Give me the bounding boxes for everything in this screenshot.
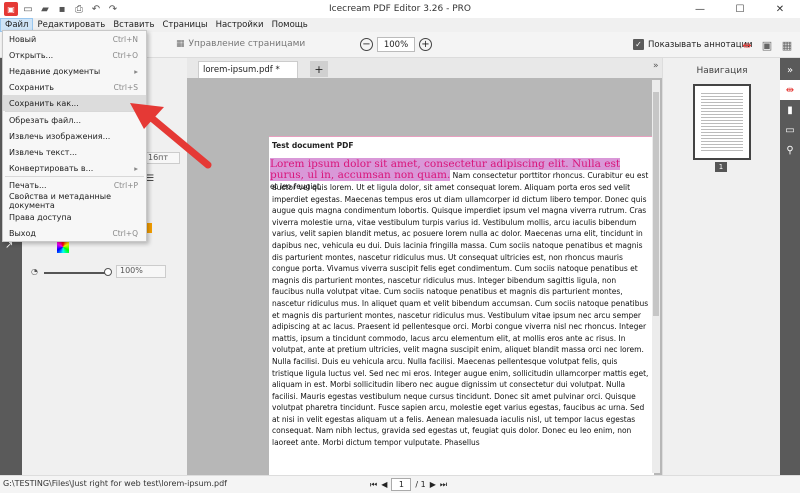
opacity-value[interactable]: 100% [116, 265, 166, 278]
submenu-arrow-icon: ▸ [134, 66, 138, 76]
menu-item-new[interactable]: Новый Ctrl+N [3, 31, 146, 47]
align-icon[interactable]: ☰ [146, 174, 154, 184]
color-picker-icon[interactable] [57, 241, 69, 253]
menu-item-label: Недавние документы [9, 66, 101, 76]
two-page-view-icon[interactable]: ▣ [760, 38, 774, 52]
menu-item-properties[interactable]: Свойства и метаданные документа [3, 192, 146, 210]
tab-document[interactable]: lorem-ipsum.pdf * [198, 61, 298, 78]
navigation-panel: Навигация 1 [662, 58, 780, 475]
status-bar: G:\TESTING\Files\Just right for web test… [0, 475, 800, 493]
scrollbar-thumb[interactable] [653, 92, 659, 316]
new-file-icon[interactable]: ▭ [21, 2, 35, 16]
show-annotations-label: Показывать аннотации [648, 39, 753, 50]
close-button[interactable]: ✕ [760, 0, 800, 18]
grid-view-icon[interactable]: ▦ [780, 38, 794, 52]
checkbox-checked-icon[interactable]: ✓ [633, 39, 644, 50]
tab-label: lorem-ipsum.pdf * [203, 65, 280, 75]
open-folder-icon[interactable]: ▰ [38, 2, 52, 16]
menu-item-print[interactable]: Печать... Ctrl+P [3, 177, 146, 193]
window-controls: — ☐ ✕ [680, 0, 800, 18]
slider-handle[interactable] [104, 268, 112, 276]
add-tab-button[interactable]: + [310, 61, 328, 77]
page-number-badge: 1 [715, 162, 727, 172]
pager: ⏮ ◀ 1 / 1 ▶ ⏭ [370, 478, 447, 491]
opacity-icon: ◔ [31, 267, 38, 276]
manage-pages-button[interactable]: ▦ Управление страницами [176, 39, 305, 49]
page-border [269, 136, 654, 137]
page-total: / 1 [415, 480, 426, 489]
zoom-select[interactable]: 100% [377, 37, 415, 52]
pdf-page[interactable]: Test document PDF Lorem ipsum dolor sit … [269, 136, 654, 475]
zoom-out-button[interactable]: − [360, 38, 373, 51]
opacity-slider[interactable] [44, 272, 106, 274]
first-page-icon[interactable]: ⏮ [370, 480, 377, 490]
menu-item-save[interactable]: Сохранить Ctrl+S [3, 79, 146, 95]
redo-icon[interactable]: ↷ [106, 2, 120, 16]
pages-icon[interactable]: ⇹ [780, 80, 800, 100]
last-page-icon[interactable]: ⏭ [440, 480, 447, 490]
menu-item-label: Обрезать файл... [9, 115, 81, 125]
menu-item-label: Печать... [9, 180, 47, 190]
menu-settings[interactable]: Настройки [212, 18, 268, 32]
title-bar: ▣ ▭ ▰ ▪ ⎙ ↶ ↷ Icecream PDF Editor 3.26 -… [0, 0, 800, 18]
document-viewport: Test document PDF Lorem ipsum dolor sit … [187, 78, 662, 475]
menu-item-permissions[interactable]: Права доступа [3, 209, 146, 225]
thumbnail-content [701, 91, 743, 153]
vertical-scrollbar[interactable] [652, 80, 660, 473]
menu-item-label: Извлечь изображения... [9, 131, 111, 141]
grid-icon: ▦ [176, 39, 185, 49]
menu-item-label: Открыть... [9, 50, 54, 60]
menu-item-label: Выход [9, 228, 36, 238]
document-title: Test document PDF [272, 141, 354, 150]
menu-item-exit[interactable]: Выход Ctrl+Q [3, 225, 146, 241]
menu-shortcut: Ctrl+N [112, 34, 138, 44]
menu-item-label: Сохранить как... [9, 98, 79, 108]
tab-bar: lorem-ipsum.pdf * + » [187, 58, 662, 78]
menu-item-label: Конвертировать в... [9, 163, 94, 173]
menu-shortcut: Ctrl+O [112, 50, 138, 60]
menu-item-label: Новый [9, 34, 37, 44]
save-icon[interactable]: ▪ [55, 2, 69, 16]
collapse-panel-icon[interactable]: » [780, 60, 800, 80]
right-tool-strip: » ⇹ ▮ ▭ ⚲ [780, 58, 800, 475]
red-arrow-icon [130, 103, 212, 169]
menu-item-recent[interactable]: Недавние документы ▸ [3, 63, 146, 79]
show-annotations-toggle[interactable]: ✓ Показывать аннотации [633, 39, 753, 50]
menu-item-label: Права доступа [9, 212, 72, 222]
single-page-view-icon[interactable]: ⇹ [740, 38, 754, 52]
menu-shortcut: Ctrl+Q [112, 228, 138, 238]
next-page-icon[interactable]: ▶ [430, 480, 436, 489]
undo-icon[interactable]: ↶ [89, 2, 103, 16]
file-path: G:\TESTING\Files\Just right for web test… [3, 479, 227, 488]
print-icon[interactable]: ⎙ [72, 2, 86, 16]
menu-item-open[interactable]: Открыть... Ctrl+O [3, 47, 146, 63]
zoom-in-button[interactable]: + [419, 38, 432, 51]
menu-item-label: Извлечь текст... [9, 147, 78, 157]
zoom-control: − 100% + [360, 37, 432, 52]
menu-shortcut: Ctrl+P [113, 180, 138, 190]
search-icon[interactable]: ⚲ [780, 140, 800, 160]
menu-pages[interactable]: Страницы [158, 18, 211, 32]
menu-shortcut: Ctrl+S [113, 82, 138, 92]
maximize-button[interactable]: ☐ [720, 0, 760, 18]
menu-item-label: Сохранить [9, 82, 54, 92]
bookmark-icon[interactable]: ▮ [780, 100, 800, 120]
body-text[interactable]: auctor vel quis lorem. Ut et ligula dolo… [272, 182, 650, 449]
menu-help[interactable]: Помощь [268, 18, 312, 32]
collapse-icon[interactable]: » [653, 61, 659, 71]
app-logo-icon: ▣ [4, 2, 18, 16]
manage-pages-label: Управление страницами [188, 39, 306, 49]
comment-icon[interactable]: ▭ [780, 120, 800, 140]
navigation-title: Навигация [696, 66, 748, 76]
page-input[interactable]: 1 [391, 478, 412, 491]
menu-item-label: Свойства и метаданные документа [9, 192, 112, 210]
minimize-button[interactable]: — [680, 0, 720, 18]
prev-page-icon[interactable]: ◀ [381, 480, 387, 489]
page-thumbnail[interactable] [693, 84, 751, 160]
